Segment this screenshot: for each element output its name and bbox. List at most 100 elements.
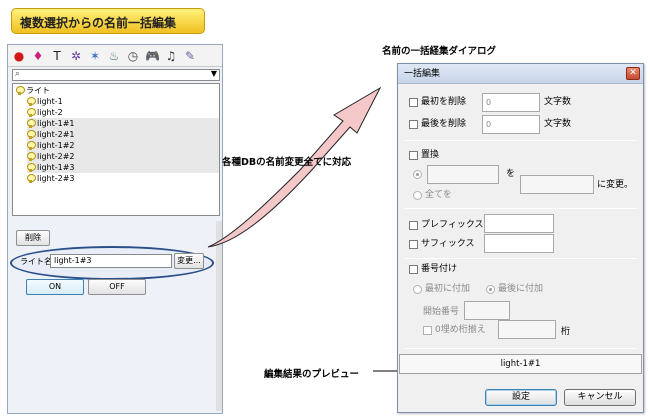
- delete-last-checkbox[interactable]: [409, 120, 418, 129]
- tree-item[interactable]: light-2#1: [27, 129, 219, 140]
- tree-item-label: ライト: [26, 86, 50, 95]
- delete-first-label: 最初を削除: [421, 97, 467, 107]
- delete-first-chars: 文字数: [544, 97, 572, 107]
- tree-item[interactable]: light-2#2: [27, 151, 219, 162]
- replace-all-radio[interactable]: [413, 191, 422, 200]
- left-panel: ● ♦ T ✲ ✶ ♨ ◷ 🎮 ♫ ✎ ⌕ ▼ ライト light-1 light-2 light-1#…: [7, 44, 223, 414]
- delete-first-checkbox[interactable]: [409, 98, 418, 107]
- gamepad-icon[interactable]: 🎮: [145, 49, 160, 63]
- light-bulb-icon: [27, 163, 36, 172]
- tree-item-label: light-2: [37, 108, 63, 117]
- tree-item[interactable]: light-2#3: [27, 173, 79, 184]
- effect-icon[interactable]: ✶: [88, 49, 102, 63]
- tree-item-label: light-2#2: [37, 152, 75, 161]
- tree-item[interactable]: light-2: [27, 107, 67, 118]
- light-bulb-icon: [27, 108, 36, 117]
- note-icon[interactable]: ✎: [183, 49, 197, 63]
- replace-checkbox[interactable]: [409, 151, 418, 160]
- all-db-callout: 各種DBの名前変更全てに対応: [222, 157, 352, 168]
- light-bulb-icon: [27, 141, 36, 150]
- delete-last-input[interactable]: 0: [482, 115, 540, 134]
- tree-item[interactable]: light-1#3: [27, 162, 219, 173]
- music-icon[interactable]: ♫: [164, 49, 178, 63]
- toolbar: ● ♦ T ✲ ✶ ♨ ◷ 🎮 ♫ ✎: [8, 45, 222, 67]
- separator: [404, 208, 637, 209]
- delete-first-input[interactable]: 0: [482, 93, 540, 112]
- name-field[interactable]: light-1#3: [50, 254, 172, 268]
- add-first-label: 最初に付加: [425, 284, 471, 294]
- preview-text: light-1#1: [500, 359, 541, 369]
- digits-label: 桁: [561, 327, 571, 337]
- ok-button[interactable]: 設定: [485, 389, 557, 406]
- red-ball-icon[interactable]: ●: [12, 49, 26, 63]
- batch-edit-dialog: 一括編集 ✕ 最初を削除 0 文字数 最後を削除 0 文字数 置換 を に変更。…: [397, 63, 644, 413]
- search-icon: ⌕: [15, 69, 21, 79]
- suffix-label: サフィックス: [421, 239, 475, 249]
- separator: [404, 140, 637, 141]
- light-bulb-icon: [27, 152, 36, 161]
- chevron-down-icon[interactable]: ▼: [211, 69, 217, 78]
- tree-item-label: light-1: [37, 97, 63, 106]
- name-label: ライト名: [20, 257, 52, 266]
- start-number-input[interactable]: [464, 301, 510, 320]
- close-icon[interactable]: ✕: [626, 67, 640, 80]
- replace-change-to: に変更。: [597, 180, 634, 190]
- delete-last-chars: 文字数: [544, 119, 572, 129]
- replace-find-input[interactable]: [427, 165, 499, 184]
- cancel-button[interactable]: キャンセル: [564, 389, 636, 406]
- page-banner: 複数選択からの名前一括編集: [11, 8, 205, 34]
- text-icon[interactable]: T: [50, 49, 64, 63]
- start-number-label: 開始番号: [423, 307, 460, 317]
- on-button[interactable]: ON: [26, 279, 84, 295]
- preview-box: light-1#1: [399, 354, 642, 374]
- add-last-radio[interactable]: [486, 285, 495, 294]
- tree-item[interactable]: light-1#2: [27, 140, 219, 151]
- prefix-label: プレフィックス: [421, 220, 484, 230]
- figure-icon[interactable]: ✲: [69, 49, 83, 63]
- delete-last-label: 最後を削除: [421, 119, 467, 129]
- zero-pad-checkbox[interactable]: [423, 326, 432, 335]
- tree-item-label: light-2#1: [37, 130, 75, 139]
- tree-item-label: light-1#2: [37, 141, 75, 150]
- light-bulb-icon: [16, 86, 25, 95]
- suffix-input[interactable]: [484, 234, 554, 253]
- separator: [404, 258, 637, 259]
- tree-item[interactable]: light-1: [27, 96, 67, 107]
- add-last-label: 最後に付加: [498, 284, 544, 294]
- clock-icon[interactable]: ◷: [126, 49, 140, 63]
- zero-pad-label: 0埋め桁揃え: [435, 325, 486, 335]
- zero-pad-input[interactable]: [498, 320, 556, 339]
- tree-root[interactable]: ライト: [16, 85, 54, 96]
- suffix-checkbox[interactable]: [409, 240, 418, 249]
- replace-label: 置換: [421, 150, 440, 160]
- replace-with-input[interactable]: [520, 175, 594, 194]
- gauge-icon[interactable]: ♨: [107, 49, 121, 63]
- add-first-radio[interactable]: [413, 285, 422, 294]
- change-button[interactable]: 変更...: [174, 253, 204, 269]
- object-tree[interactable]: ライト light-1 light-2 light-1#1 light-2#1 light…: [12, 83, 220, 216]
- dialog-title: 一括編集: [404, 69, 441, 79]
- preview-callout: 編集結果のプレビュー: [264, 369, 360, 380]
- numbering-checkbox[interactable]: [409, 265, 418, 274]
- prefix-checkbox[interactable]: [409, 221, 418, 230]
- separator: [404, 348, 637, 349]
- filter-combo[interactable]: ⌕ ▼: [12, 69, 220, 81]
- tree-item-label: light-1#3: [37, 163, 75, 172]
- off-button[interactable]: OFF: [88, 279, 146, 295]
- delete-button[interactable]: 削除: [16, 230, 50, 246]
- replace-find-radio[interactable]: [413, 170, 422, 179]
- scrollbar[interactable]: [216, 221, 222, 411]
- light-bulb-icon: [27, 119, 36, 128]
- replace-particle: を: [506, 169, 516, 179]
- replace-all-label: 全てを: [425, 190, 452, 200]
- prefix-input[interactable]: [484, 214, 554, 233]
- light-bulb-icon: [27, 174, 36, 183]
- dialog-title-callout: 名前の一括経集ダイアログ: [382, 46, 497, 57]
- tree-item[interactable]: light-1#1: [27, 118, 219, 129]
- numbering-label: 番号付け: [421, 264, 458, 274]
- property-area: 削除 ライト名 light-1#3 変更... ON OFF: [10, 219, 220, 309]
- object-icon[interactable]: ♦: [31, 49, 45, 63]
- light-bulb-icon: [27, 130, 36, 139]
- name-value: light-1#3: [54, 256, 92, 265]
- tree-item-label: light-1#1: [37, 119, 75, 128]
